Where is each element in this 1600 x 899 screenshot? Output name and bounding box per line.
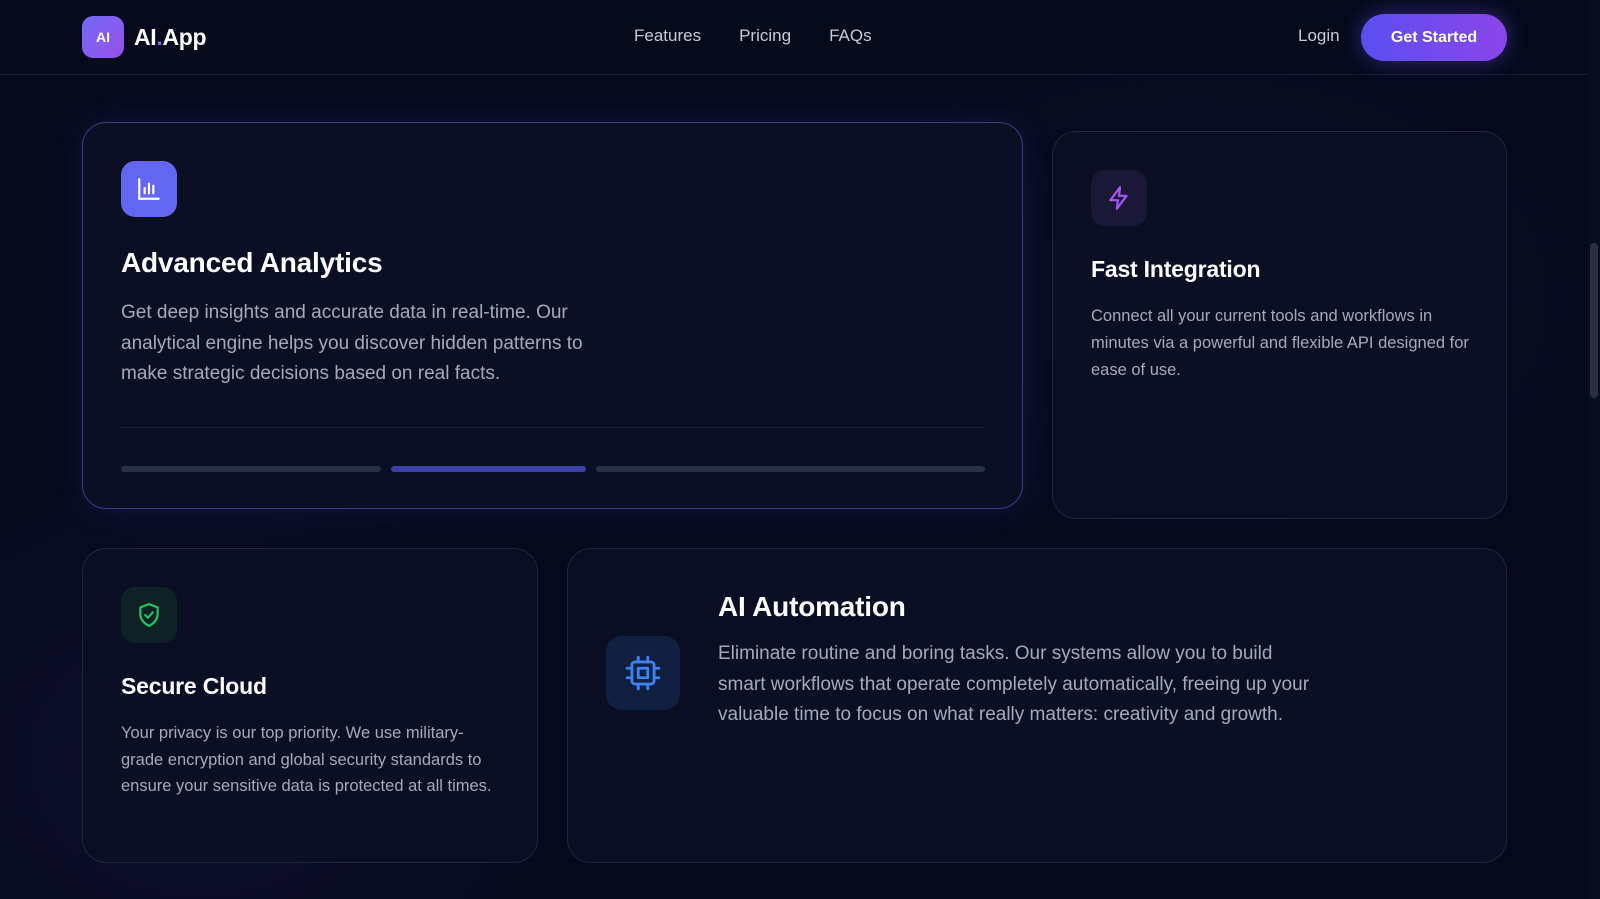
bar-chart-icon <box>121 161 177 217</box>
logo-text-part2: App <box>162 23 207 50</box>
card-description: Your privacy is our top priority. We use… <box>121 724 492 795</box>
nav-link-faqs[interactable]: FAQs <box>829 26 872 46</box>
card-title: AI Automation <box>718 591 906 622</box>
top-navbar: AI AI. App Features Pricing FAQs Login Ge… <box>0 0 1588 75</box>
feature-card-secure-cloud: Secure Cloud Your privacy is our top pri… <box>82 548 538 863</box>
get-started-button[interactable]: Get Started <box>1361 14 1507 61</box>
divider <box>121 427 985 428</box>
main-nav: Features Pricing FAQs <box>634 26 910 46</box>
scrollbar-thumb[interactable] <box>1590 243 1598 398</box>
progress-segment <box>121 466 381 472</box>
lightning-bolt-icon <box>1091 170 1147 226</box>
card-title: Advanced Analytics <box>121 247 383 278</box>
card-description: Get deep insights and accurate data in r… <box>121 302 583 384</box>
card-title: Fast Integration <box>1091 256 1261 282</box>
scrollbar-track[interactable] <box>1588 0 1600 899</box>
nav-link-features[interactable]: Features <box>634 26 701 46</box>
cpu-chip-icon <box>606 636 680 710</box>
feature-card-analytics: Advanced Analytics Get deep insights and… <box>82 122 1023 509</box>
nav-link-pricing[interactable]: Pricing <box>739 26 791 46</box>
card-description: Connect all your current tools and workf… <box>1091 307 1469 379</box>
login-link[interactable]: Login <box>1298 26 1340 46</box>
logo-text-part1: AI <box>134 23 157 50</box>
shield-check-icon <box>121 587 177 643</box>
progress-indicator <box>121 466 985 472</box>
logo-text: AI. App <box>134 23 207 51</box>
card-description: Eliminate routine and boring tasks. Our … <box>718 643 1310 725</box>
logo[interactable]: AI AI. App <box>82 16 207 58</box>
logo-badge: AI <box>82 16 124 58</box>
feature-card-automation: AI Automation Eliminate routine and bori… <box>567 548 1507 863</box>
card-title: Secure Cloud <box>121 673 267 699</box>
progress-segment-active <box>391 466 586 472</box>
feature-card-integration: Fast Integration Connect all your curren… <box>1052 131 1507 519</box>
progress-segment <box>596 466 985 472</box>
